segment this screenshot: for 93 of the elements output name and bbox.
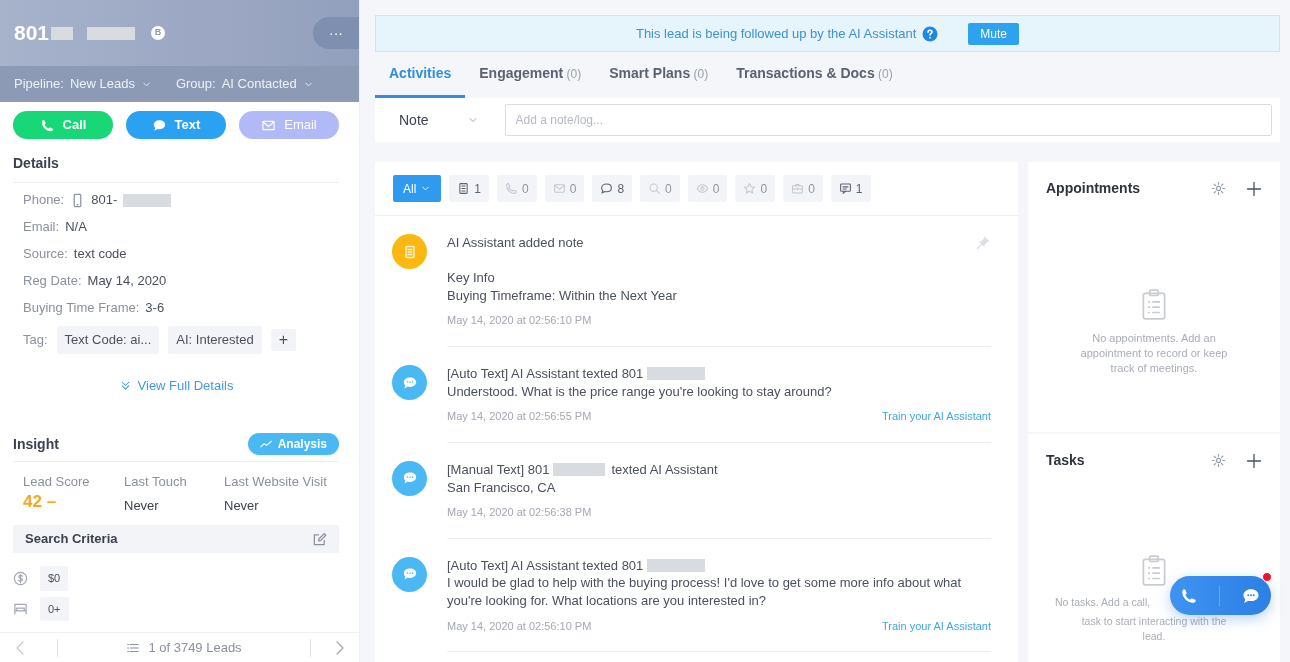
field-label: Buying Time Frame: [23,299,140,318]
stat-value: 42 – [23,491,58,512]
activity-text: I would be glad to help with the buying process! I'd love to get some more info about what you're looking for. What locations are you interested in? [447,574,963,610]
note-icon [457,182,471,195]
pipeline-dropdown[interactable]: Pipeline: New Leads [14,74,152,94]
edit-icon[interactable] [312,531,327,547]
activity-text: Buying Timeframe: Within the Next Year [447,286,678,305]
tab[interactable]: Engagement (0) [465,52,596,98]
note-input[interactable]: Add a note/log... [504,104,1272,136]
section-title: Search Criteria [25,530,118,549]
phone-icon [505,182,519,195]
redaction-block [647,559,706,573]
criteria-value: 0+ [40,596,69,621]
stat-label: Last Touch [124,473,188,491]
activity-text: Understood. What is the price range you're looking to stay around? [447,382,833,401]
tab[interactable]: Smart Plans (0) [595,52,723,98]
chat-icon [151,117,167,133]
buyer-badge: B [151,26,166,40]
dollar-icon [13,570,28,586]
activity-text: San Francisco, CA [447,478,557,497]
redaction-block [51,26,74,40]
eye-icon [695,182,709,195]
bed-icon [13,601,28,617]
chat-icon [600,182,614,195]
redaction-block [553,463,606,477]
lead-name: 801 [14,20,50,47]
text-button[interactable]: Text [126,111,226,139]
more-button[interactable]: ··· [313,17,359,49]
panel-title: Tasks [1046,451,1085,471]
activity-title: [Manual Text] 801 [447,460,550,479]
filter-button[interactable]: 8 [592,175,633,202]
mute-button[interactable]: Mute [968,22,1020,45]
star-icon [743,182,757,195]
section-title: Insight [13,434,59,454]
redaction-block [123,193,172,207]
filter-button[interactable]: 1 [449,175,490,202]
message-icon [838,182,852,195]
train-assistant-link[interactable]: Train your AI Assistant [881,618,991,634]
field-label: Source: [23,245,68,264]
field-value: 801- [91,191,118,210]
tasks-empty-text: No tasks. Add a call, [1055,595,1151,610]
activity-time: May 14, 2020 at 02:56:10 PM [447,313,592,329]
tab[interactable]: Transactions & Docs (0) [722,52,907,98]
view-full-details-link[interactable]: View Full Details [13,375,339,395]
phone-icon [1180,587,1199,606]
help-icon[interactable] [922,25,939,42]
appointments-empty-text: No appointments. Add an appointment to record or keep track of meetings. [1079,331,1229,376]
tag-chip[interactable]: Text Code: ai... [56,326,160,354]
settings-icon[interactable] [1211,181,1226,196]
phone-icon [39,117,55,133]
field-label: Tag: [23,331,48,349]
stat-label: Last Website Visit [224,473,328,491]
redaction-block [647,367,706,381]
activity-time: May 14, 2020 at 02:56:10 PM [447,618,592,634]
add-icon[interactable] [1246,452,1262,469]
activity-title: AI Assistant added note [447,234,584,252]
panel-title: Appointments [1046,179,1141,198]
activity-time: May 14, 2020 at 02:56:55 PM [447,409,592,424]
activity-title: texted AI Assistant [611,460,718,479]
analysis-button[interactable]: Analysis [247,433,339,455]
briefcase-icon [791,182,805,195]
stat-label: Lead Score [23,473,91,491]
add-icon[interactable] [1246,180,1262,197]
activity-title: [Auto Text] AI Assistant texted 801 [447,556,644,575]
add-tag-button[interactable]: + [270,328,296,351]
field-value: N/A [65,218,87,237]
field-value: text code [73,245,127,264]
activity-title: [Auto Text] AI Assistant texted 801 [447,365,644,383]
tasks-empty-text: task to start interacting with the lead. [1081,614,1227,643]
tag-chip[interactable]: AI: Interested [168,326,262,354]
banner-text: This lead is being followed up by the AI Assistant [635,24,917,43]
redaction-block [87,26,136,40]
section-title: Details [13,153,339,183]
settings-icon[interactable] [1211,453,1226,469]
note-type-dropdown[interactable]: Note [393,108,485,132]
filter-button[interactable]: All [393,175,442,202]
field-value: 3-6 [145,299,165,318]
field-value: May 14, 2020 [87,272,167,291]
envelope-icon [552,182,566,195]
lead-counter: 1 of 3749 Leads [148,638,242,657]
stat-value: Never [124,496,160,515]
filter-button[interactable]: 1 [830,175,871,202]
activity-text: Key Info [447,269,496,287]
group-dropdown[interactable]: Group: AI Contacted [175,74,314,94]
activity-time: May 14, 2020 at 02:56:38 PM [447,505,592,520]
call-button[interactable]: Call [13,111,113,139]
search-icon [648,182,662,195]
train-assistant-link[interactable]: Train your AI Assistant [881,409,991,424]
criteria-value: $0 [40,566,69,591]
field-label: Email: [23,218,60,237]
stat-value: Never [224,496,260,515]
field-label: Reg Date: [23,272,82,291]
field-label: Phone: [23,191,65,210]
